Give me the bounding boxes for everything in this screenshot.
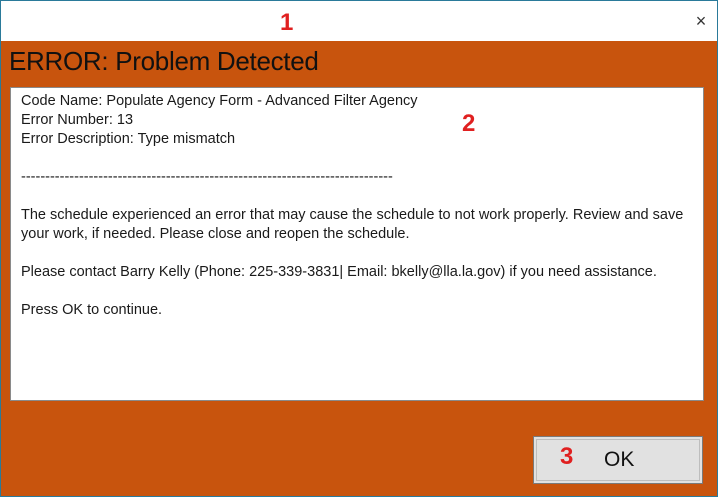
error-description-line: Error Description: Type mismatch [21, 131, 236, 147]
annotation-marker-3: 3 [560, 443, 574, 470]
contact-text: Please contact Barry Kelly (Phone: 225-3… [21, 264, 657, 280]
error-number-line: Error Number: 13 [21, 112, 134, 128]
dialog-body: ERROR: Problem Detected Code Name: Popul… [1, 41, 717, 496]
ok-button[interactable]: OK [533, 436, 703, 484]
dialog-heading: ERROR: Problem Detected [9, 46, 319, 76]
annotation-marker-1: 1 [280, 9, 294, 36]
error-message-box: Code Name: Populate Agency Form - Advanc… [10, 87, 704, 401]
annotation-marker-2: 2 [462, 110, 476, 137]
error-body-text: The schedule experienced an error that m… [21, 207, 688, 242]
close-icon[interactable]: × [691, 11, 711, 31]
title-bar: 1 × [1, 1, 717, 41]
error-dialog-window: 1 × ERROR: Problem Detected Code Name: P… [0, 0, 718, 497]
separator-line: ----------------------------------------… [21, 169, 393, 185]
code-name-line: Code Name: Populate Agency Form - Advanc… [21, 93, 418, 109]
continue-text: Press OK to continue. [21, 302, 163, 318]
ok-button-label: OK [604, 448, 635, 471]
